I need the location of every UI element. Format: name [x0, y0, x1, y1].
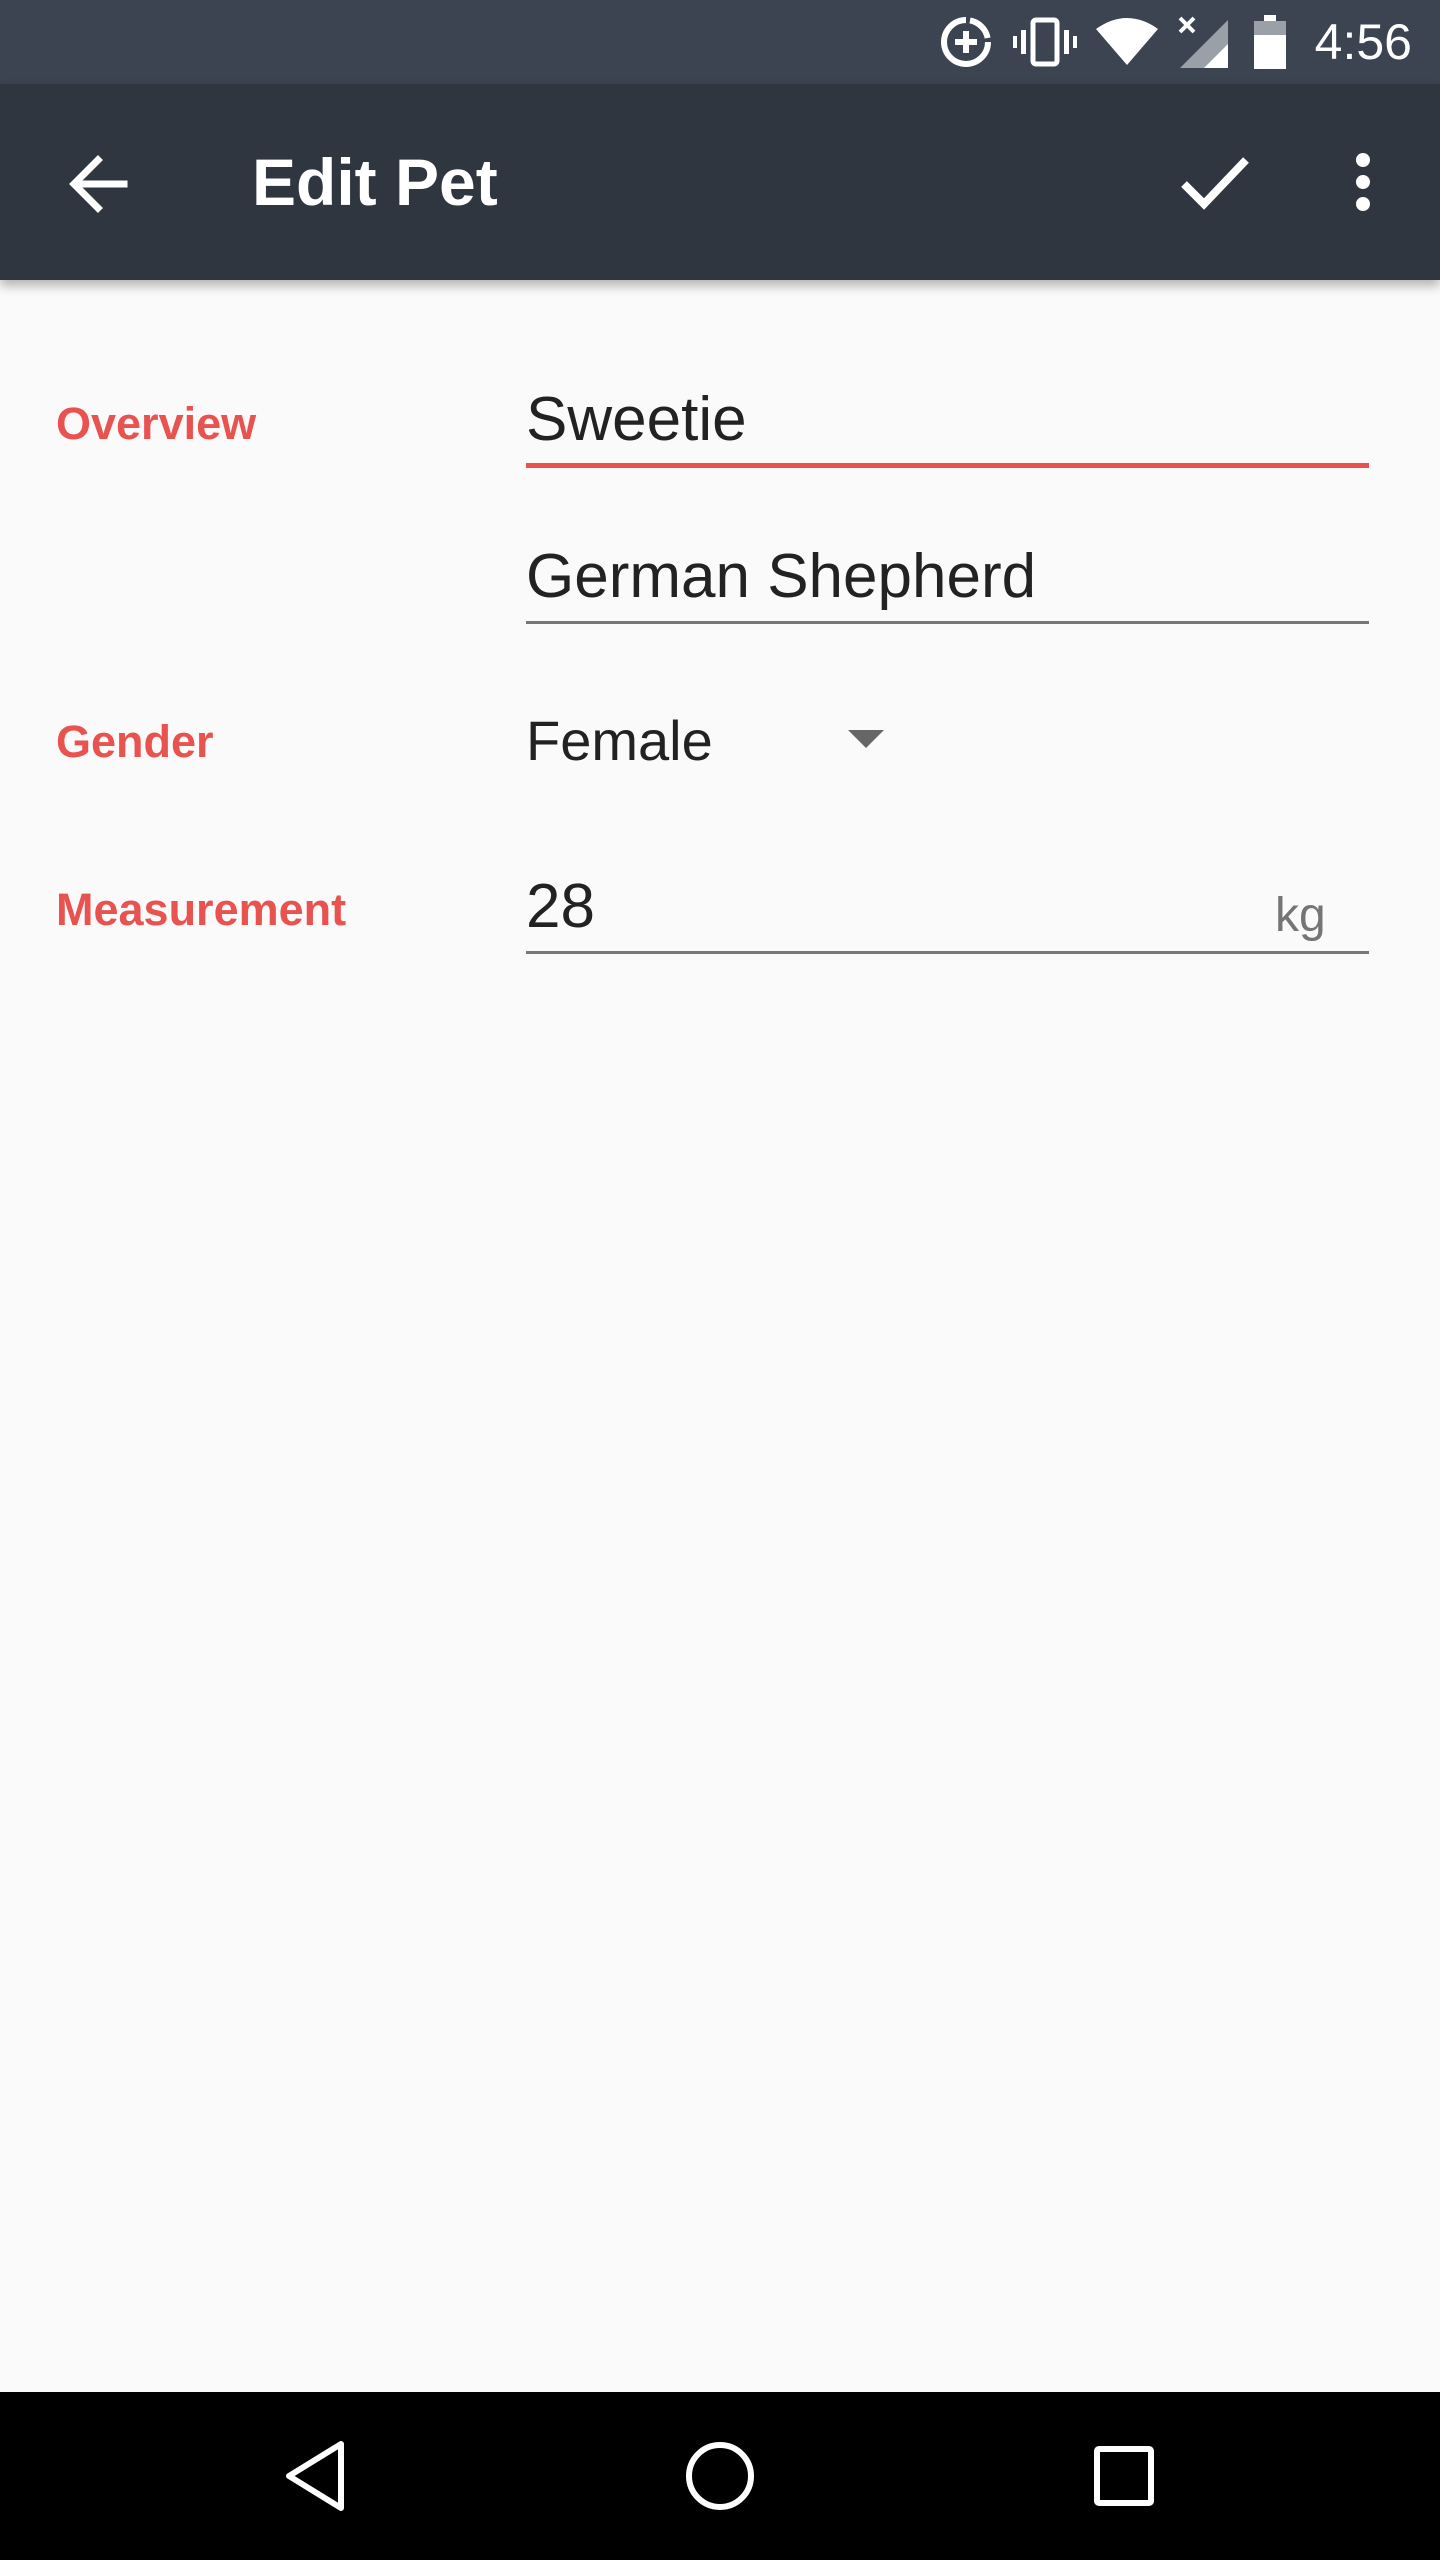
vibrate-icon: [1012, 0, 1078, 84]
battery-icon: [1252, 0, 1288, 84]
data-saver-icon: [938, 0, 994, 84]
check-icon: [1181, 157, 1249, 210]
more-vert-icon: [1356, 153, 1370, 211]
wifi-icon: [1096, 0, 1158, 84]
navigation-bar: [0, 2392, 1440, 2560]
signal-off-icon: [1176, 0, 1228, 84]
nav-back-button[interactable]: [266, 2426, 366, 2526]
save-button[interactable]: [1165, 132, 1265, 232]
status-time: 4:56: [1314, 14, 1412, 70]
measurement-label: Measurement: [56, 884, 347, 935]
page-title: Edit Pet: [252, 145, 498, 219]
app-bar: Edit Pet: [0, 84, 1440, 280]
nav-back-icon: [286, 2441, 344, 2511]
pet-name-input[interactable]: [526, 376, 1369, 468]
back-button[interactable]: [48, 134, 148, 234]
gender-selected-value: Female: [526, 708, 713, 772]
gender-dropdown[interactable]: Female: [526, 700, 906, 780]
overview-label: Overview: [56, 398, 257, 449]
nav-home-button[interactable]: [670, 2426, 770, 2526]
nav-home-icon: [686, 2442, 754, 2510]
nav-recents-button[interactable]: [1074, 2426, 1174, 2526]
status-bar: 4:56: [0, 0, 1440, 84]
dropdown-arrow-icon: [848, 730, 884, 748]
gender-label: Gender: [56, 716, 214, 767]
measurement-input[interactable]: [526, 862, 1369, 954]
breed-input[interactable]: [526, 532, 1369, 624]
nav-recents-icon: [1094, 2446, 1154, 2506]
more-options-button[interactable]: [1318, 132, 1408, 232]
measurement-unit: kg: [1275, 889, 1326, 942]
arrow-back-icon: [69, 155, 128, 213]
